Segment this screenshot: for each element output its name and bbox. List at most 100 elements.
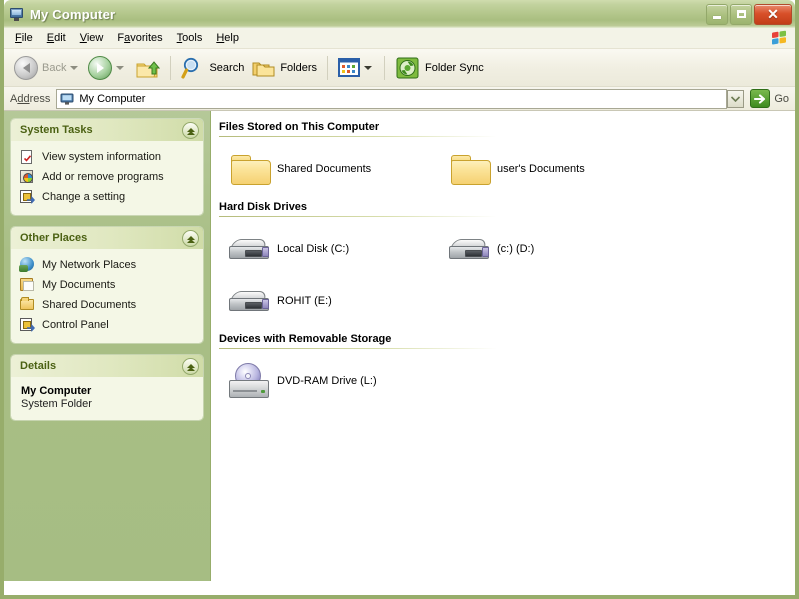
- change-setting-icon: [19, 189, 36, 205]
- menu-file[interactable]: File: [8, 30, 40, 46]
- menu-favorites[interactable]: Favorites: [110, 30, 169, 46]
- minimize-icon: [713, 16, 721, 19]
- folder-icon: [225, 145, 273, 193]
- list-item-rohit-e[interactable]: ROHIT (E:): [219, 275, 439, 327]
- list-item-local-disk-c[interactable]: Local Disk (C:): [219, 223, 439, 275]
- go-label: Go: [774, 93, 789, 105]
- maximize-button[interactable]: [730, 4, 752, 25]
- window-title: My Computer: [30, 7, 706, 22]
- views-button[interactable]: [334, 52, 378, 84]
- sidebar-item-my-network-places[interactable]: My Network Places: [19, 255, 197, 275]
- item-label: Shared Documents: [277, 163, 371, 175]
- hard-drive-icon: [445, 225, 493, 273]
- group-header: Files Stored on This Computer: [219, 119, 795, 136]
- sidebar-item-control-panel[interactable]: Control Panel: [19, 315, 197, 335]
- group-items: DVD-RAM Drive (L:): [219, 355, 795, 407]
- window-buttons: ✕: [706, 4, 792, 25]
- views-icon: [338, 58, 360, 78]
- panel-details: Details My Computer System Folder: [11, 355, 203, 420]
- list-item-shared-documents[interactable]: Shared Documents: [219, 143, 439, 195]
- address-input[interactable]: My Computer: [56, 89, 727, 109]
- task-pane-sidebar: System Tasks View system information: [4, 111, 211, 581]
- window-body: System Tasks View system information: [4, 111, 795, 581]
- address-dropdown-button[interactable]: [727, 90, 744, 108]
- panel-system-tasks: System Tasks View system information: [11, 119, 203, 215]
- sidebar-item-my-documents[interactable]: My Documents: [19, 275, 197, 295]
- panel-details-header[interactable]: Details: [11, 355, 203, 377]
- address-label: Address: [10, 93, 50, 105]
- panel-other-places-title: Other Places: [20, 232, 182, 244]
- file-list-pane[interactable]: Files Stored on This Computer Shared Doc…: [211, 111, 795, 581]
- forward-arrow-icon: [88, 56, 112, 80]
- search-button[interactable]: Search: [177, 52, 248, 84]
- group-items: Shared Documents user's Documents: [219, 143, 795, 195]
- network-places-icon: [19, 257, 36, 273]
- list-item-drive-d[interactable]: (c:) (D:): [439, 223, 659, 275]
- address-value: My Computer: [79, 93, 145, 105]
- toolbar-separator-2: [327, 56, 328, 80]
- close-icon: ✕: [767, 7, 779, 21]
- folders-label: Folders: [280, 62, 317, 74]
- maximize-icon: [737, 10, 746, 18]
- go-button[interactable]: Go: [750, 89, 789, 108]
- folder-sync-button[interactable]: Folder Sync: [391, 52, 488, 84]
- panel-other-places-header[interactable]: Other Places: [11, 227, 203, 249]
- sidebar-item-label: My Documents: [42, 279, 115, 291]
- folder-sync-icon: [395, 55, 421, 81]
- group-files-stored: Files Stored on This Computer Shared Doc…: [219, 119, 795, 195]
- sidebar-item-change-a-setting[interactable]: Change a setting: [19, 187, 197, 207]
- search-label: Search: [209, 62, 244, 74]
- panel-system-tasks-collapse-button[interactable]: [182, 122, 199, 139]
- menu-tools[interactable]: Tools: [170, 30, 210, 46]
- my-computer-icon: [60, 92, 74, 106]
- chevron-down-icon: [731, 96, 740, 102]
- folders-button[interactable]: Folders: [248, 52, 321, 84]
- item-label: ROHIT (E:): [277, 295, 332, 307]
- list-item-users-documents[interactable]: user's Documents: [439, 143, 659, 195]
- back-button[interactable]: Back: [10, 52, 84, 84]
- search-icon: [181, 56, 205, 80]
- item-label: Local Disk (C:): [277, 243, 349, 255]
- panel-system-tasks-header[interactable]: System Tasks: [11, 119, 203, 141]
- chevron-up-icon: [187, 236, 195, 240]
- views-caret-icon[interactable]: [364, 66, 372, 70]
- panel-other-places-collapse-button[interactable]: [182, 230, 199, 247]
- go-arrow-icon: [750, 89, 770, 108]
- list-item-dvd-ram-drive-l[interactable]: DVD-RAM Drive (L:): [219, 355, 439, 407]
- toolbar-separator-3: [384, 56, 385, 80]
- panel-details-collapse-button[interactable]: [182, 358, 199, 375]
- back-history-caret-icon[interactable]: [70, 66, 78, 70]
- details-item-name: My Computer: [21, 385, 195, 397]
- title-bar[interactable]: My Computer ✕: [4, 0, 795, 28]
- sidebar-item-label: Control Panel: [42, 319, 109, 331]
- menu-help[interactable]: Help: [209, 30, 246, 46]
- menu-view[interactable]: View: [73, 30, 111, 46]
- up-one-level-button[interactable]: [130, 52, 164, 84]
- panel-other-places: Other Places My Network Places My Docume…: [11, 227, 203, 343]
- sidebar-item-label: View system information: [42, 151, 161, 163]
- group-divider: [219, 136, 497, 137]
- group-divider: [219, 348, 497, 349]
- back-arrow-icon: [14, 56, 38, 80]
- sidebar-item-view-system-information[interactable]: View system information: [19, 147, 197, 167]
- up-folder-icon: [134, 55, 160, 81]
- sidebar-item-shared-documents[interactable]: Shared Documents: [19, 295, 197, 315]
- group-divider: [219, 216, 497, 217]
- sidebar-item-label: Change a setting: [42, 191, 125, 203]
- panel-details-title: Details: [20, 360, 182, 372]
- sidebar-item-add-or-remove-programs[interactable]: Add or remove programs: [19, 167, 197, 187]
- forward-button[interactable]: [84, 52, 130, 84]
- menu-edit[interactable]: Edit: [40, 30, 73, 46]
- back-label: Back: [42, 62, 66, 74]
- close-button[interactable]: ✕: [754, 4, 792, 25]
- my-computer-window: My Computer ✕ File Edit View Favorites T…: [0, 0, 799, 599]
- my-computer-icon: [9, 6, 25, 22]
- forward-history-caret-icon[interactable]: [116, 66, 124, 70]
- toolbar-separator: [170, 56, 171, 80]
- sidebar-item-label: My Network Places: [42, 259, 136, 271]
- group-removable-storage: Devices with Removable Storage DVD-RAM D…: [219, 331, 795, 407]
- sidebar-item-label: Add or remove programs: [42, 171, 164, 183]
- toolbar: Back Search: [4, 49, 795, 87]
- minimize-button[interactable]: [706, 4, 728, 25]
- folder-sync-label: Folder Sync: [425, 62, 484, 74]
